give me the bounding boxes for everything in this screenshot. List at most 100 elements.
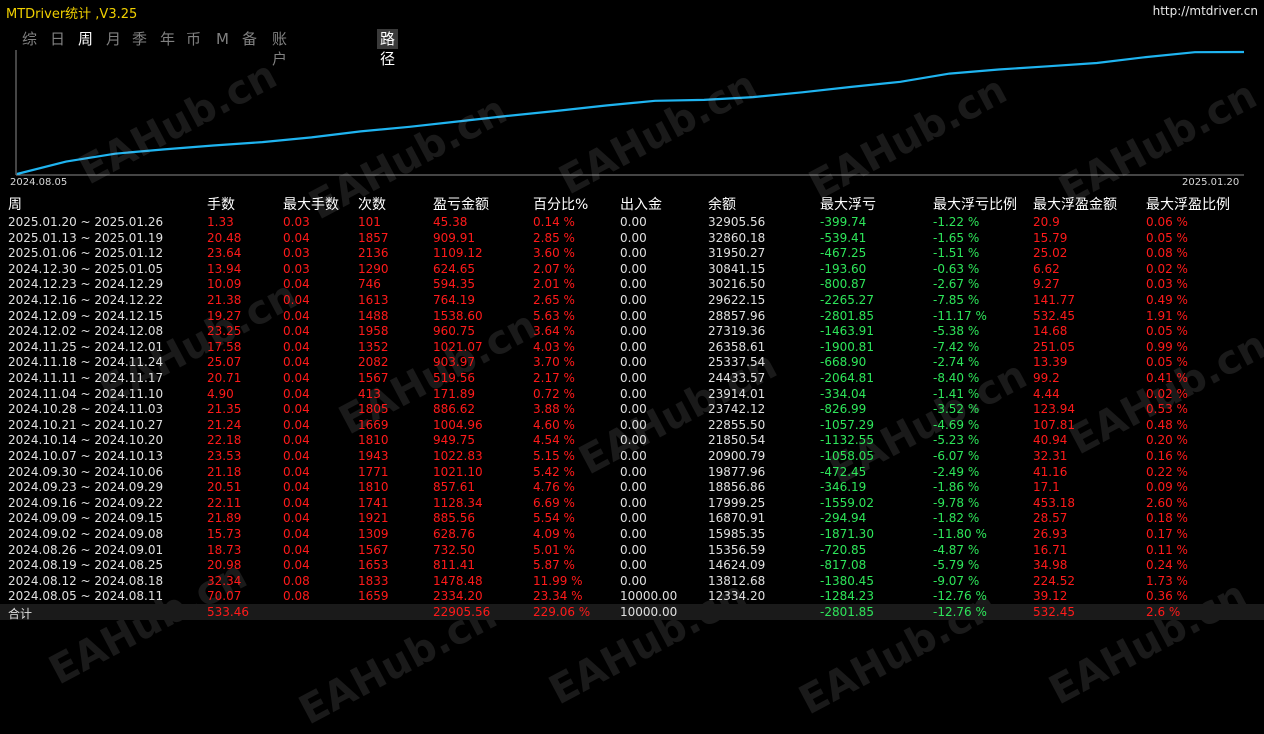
table-cell: 2024.11.25 ~ 2024.12.01 — [8, 339, 164, 354]
table-cell: -539.41 — [820, 230, 867, 245]
table-cell: 0.04 — [283, 558, 310, 573]
chart-end-date: 2025.01.20 — [1182, 177, 1240, 188]
table-row[interactable]: 2024.08.12 ~ 2024.08.18 32.34 0.08 1833 1478… — [0, 573, 1264, 589]
header-cell: 余额 — [708, 197, 736, 213]
table-cell: -1.82 % — [933, 511, 980, 526]
table-cell: 0.00 — [620, 402, 647, 417]
table-row[interactable]: 2024.10.07 ~ 2024.10.13 23.53 0.04 1943 1022… — [0, 448, 1264, 464]
table-cell: 0.20 % — [1146, 433, 1188, 448]
table-cell: 1857 — [358, 230, 389, 245]
table-cell: 1488 — [358, 308, 389, 323]
table-row[interactable]: 2024.09.23 ~ 2024.09.29 20.51 0.04 1810 857.… — [0, 479, 1264, 495]
table-cell: 885.56 — [433, 511, 475, 526]
table-cell: 1741 — [358, 495, 389, 510]
table-row[interactable]: 2024.10.28 ~ 2024.11.03 21.35 0.04 1805 886.… — [0, 401, 1264, 417]
table-row[interactable]: 2024.12.23 ~ 2024.12.29 10.09 0.04 746 594.3… — [0, 276, 1264, 292]
table-row[interactable]: 2024.11.18 ~ 2024.11.24 25.07 0.04 2082 903.… — [0, 354, 1264, 370]
table-row[interactable]: 2024.09.09 ~ 2024.09.15 21.89 0.04 1921 885.… — [0, 510, 1264, 526]
tab-0[interactable]: 综 — [22, 29, 37, 49]
table-row[interactable]: 2024.12.16 ~ 2024.12.22 21.38 0.04 1613 764.… — [0, 292, 1264, 308]
table-header: 周 手数 最大手数 次数 盈亏金额 百分比% 出入金 余额 最大浮亏 最大浮亏比例 最大浮盈金额 最大… — [0, 194, 1264, 213]
table-cell: 2024.09.16 ~ 2024.09.22 — [8, 495, 164, 510]
tab-4[interactable]: 季 — [132, 29, 147, 49]
tab-7[interactable]: M — [216, 29, 229, 49]
table-cell: 2024.08.12 ~ 2024.08.18 — [8, 573, 164, 588]
table-cell: 4.03 % — [533, 339, 575, 354]
table-cell: 23742.12 — [708, 402, 766, 417]
table-cell: 107.81 — [1033, 417, 1075, 432]
table-cell: -800.87 — [820, 277, 867, 292]
table-cell: 2024.09.09 ~ 2024.09.15 — [8, 511, 164, 526]
table-cell: 1309 — [358, 527, 389, 541]
tab-6[interactable]: 币 — [186, 29, 201, 49]
header-cell: 最大浮亏比例 — [933, 197, 1017, 213]
table-row[interactable]: 2024.11.25 ~ 2024.12.01 17.58 0.04 1352 1021… — [0, 339, 1264, 355]
table-cell: -7.42 % — [933, 339, 980, 354]
table-cell: 0.00 — [620, 324, 647, 339]
table-cell: 0.00 — [620, 464, 647, 479]
tab-9[interactable]: 账户 — [272, 29, 287, 68]
table-cell: 28857.96 — [708, 308, 766, 323]
table-cell: 19.27 — [207, 308, 242, 323]
table-row[interactable]: 2025.01.13 ~ 2025.01.19 20.48 0.04 1857 909.… — [0, 230, 1264, 246]
table-cell: 0.03 — [283, 215, 310, 229]
table-row[interactable]: 2025.01.20 ~ 2025.01.26 1.33 0.03 101 45.38 0… — [0, 214, 1264, 230]
table-row[interactable]: 2024.11.04 ~ 2024.11.10 4.90 0.04 413 171.89… — [0, 386, 1264, 402]
table-cell: 0.11 % — [1146, 542, 1188, 557]
tab-3[interactable]: 月 — [106, 29, 121, 49]
table-row[interactable]: 2024.11.11 ~ 2024.11.17 20.71 0.04 1567 519.… — [0, 370, 1264, 386]
table-row[interactable]: 2024.09.02 ~ 2024.09.08 15.73 0.04 1309 628.… — [0, 526, 1264, 542]
table-row[interactable]: 2024.08.05 ~ 2024.08.11 70.07 0.08 1659 2334… — [0, 588, 1264, 604]
table-row[interactable]: 2025.01.06 ~ 2025.01.12 23.64 0.03 2136 1109… — [0, 245, 1264, 261]
app-url-link[interactable]: http://mtdriver.cn — [1153, 4, 1258, 18]
table-row[interactable]: 2024.12.09 ~ 2024.12.15 19.27 0.04 1488 1538… — [0, 308, 1264, 324]
table-cell: 628.76 — [433, 527, 475, 541]
table-row[interactable]: 2024.08.26 ~ 2024.09.01 18.73 0.04 1567 732.… — [0, 542, 1264, 558]
table-row[interactable]: 2024.12.30 ~ 2025.01.05 13.94 0.03 1290 624.… — [0, 261, 1264, 277]
table-cell: 5.15 % — [533, 449, 575, 463]
tab-path[interactable]: 路径 — [377, 29, 399, 68]
title-bar: MTDriver统计 ,V3.25 http://mtdriver.cn — [0, 0, 1264, 22]
table-cell: 18856.86 — [708, 480, 766, 495]
tab-5[interactable]: 年 — [160, 29, 175, 49]
table-row[interactable]: 2024.12.02 ~ 2024.12.08 23.25 0.04 1958 960.… — [0, 323, 1264, 339]
table-cell: 5.42 % — [533, 464, 575, 479]
table-cell: -1058.05 — [820, 449, 874, 463]
table-cell: 26.93 — [1033, 527, 1068, 541]
table-cell: 1943 — [358, 449, 389, 463]
table-cell: -294.94 — [820, 511, 867, 526]
table-cell: 12334.20 — [708, 589, 766, 604]
tab-8[interactable]: 备 — [242, 29, 257, 49]
table-cell: 0.00 — [620, 480, 647, 495]
table-cell: 1478.48 — [433, 573, 483, 588]
table-cell: -5.23 % — [933, 433, 980, 448]
table-cell: 0.24 % — [1146, 558, 1188, 573]
table-cell: 1958 — [358, 324, 389, 339]
table-row[interactable]: 2024.10.21 ~ 2024.10.27 21.24 0.04 1669 1004… — [0, 417, 1264, 433]
table-cell: 903.97 — [433, 355, 475, 370]
table-cell: 123.94 — [1033, 402, 1075, 417]
table-cell: -1284.23 — [820, 589, 874, 604]
table-cell: 3.70 % — [533, 355, 575, 370]
table-row[interactable]: 2024.10.14 ~ 2024.10.20 22.18 0.04 1810 949.… — [0, 432, 1264, 448]
table-cell: 0.17 % — [1146, 527, 1188, 541]
table-cell: 5.87 % — [533, 558, 575, 573]
table-row[interactable]: 2024.08.19 ~ 2024.08.25 20.98 0.04 1653 811.… — [0, 557, 1264, 573]
table-cell: 0.05 % — [1146, 355, 1188, 370]
table-cell: -1.41 % — [933, 386, 980, 401]
table-cell: -2265.27 — [820, 293, 874, 307]
table-cell: 0.18 % — [1146, 511, 1188, 526]
table-cell: 2025.01.06 ~ 2025.01.12 — [8, 246, 164, 261]
tab-1[interactable]: 日 — [50, 29, 65, 49]
table-cell: 0.00 — [620, 230, 647, 245]
table-row[interactable]: 2024.09.16 ~ 2024.09.22 22.11 0.04 1741 1128… — [0, 495, 1264, 511]
total-row: 合计 533.46 22905.56 229.06 % 10000.00 -2801.85… — [0, 604, 1264, 621]
table-cell: 1653 — [358, 558, 389, 573]
table-cell: 17999.25 — [708, 495, 766, 510]
table-cell: 2024.10.28 ~ 2024.11.03 — [8, 402, 164, 417]
table-cell: 1669 — [358, 417, 389, 432]
tab-2[interactable]: 周 — [78, 29, 93, 49]
header-cell: 百分比% — [533, 197, 589, 213]
table-cell: 39.12 — [1033, 589, 1068, 604]
table-row[interactable]: 2024.09.30 ~ 2024.10.06 21.18 0.04 1771 1021… — [0, 464, 1264, 480]
